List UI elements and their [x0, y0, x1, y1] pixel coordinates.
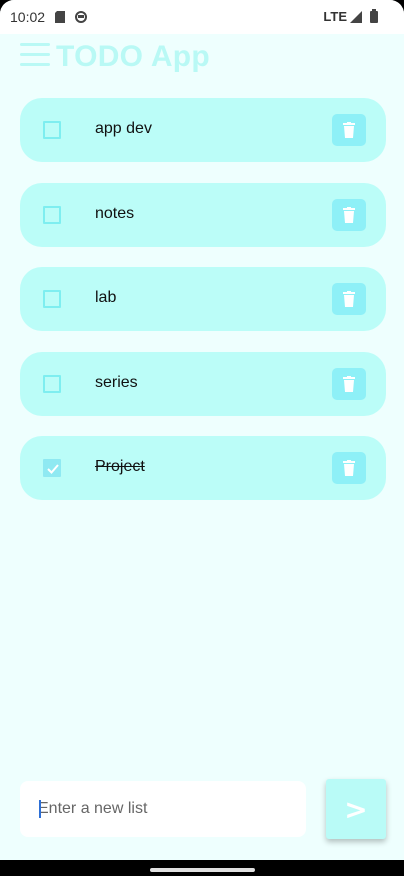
todo-item[interactable]: notes [20, 182, 386, 247]
todo-item[interactable]: Project [20, 436, 386, 500]
trash-icon [343, 375, 355, 392]
signal-icon [350, 10, 362, 23]
todo-item[interactable]: app dev [20, 98, 386, 162]
sd-card-icon [55, 10, 65, 23]
todo-label: lab [95, 289, 117, 306]
todo-checkbox[interactable] [43, 121, 61, 139]
status-time: 10:02 [10, 9, 46, 25]
battery-icon [370, 9, 378, 23]
trash-icon [343, 460, 355, 476]
todo-list: app dev notes lab series Project [20, 98, 386, 521]
todo-label: app dev [95, 120, 152, 137]
todo-label: series [95, 373, 138, 391]
new-list-input[interactable] [20, 781, 306, 837]
todo-item[interactable]: lab [20, 267, 386, 331]
trash-icon [343, 122, 355, 138]
todo-item[interactable]: series [20, 351, 386, 416]
todo-checkbox[interactable] [43, 290, 61, 308]
delete-button[interactable] [332, 367, 366, 400]
status-bar: 10:02 LTE [0, 0, 404, 34]
todo-checkbox[interactable] [43, 459, 61, 477]
trash-icon [343, 206, 355, 223]
todo-checkbox[interactable] [43, 374, 61, 393]
send-button[interactable]: > [326, 779, 386, 839]
todo-checkbox[interactable] [43, 205, 61, 224]
trash-icon [343, 291, 355, 307]
delete-button[interactable] [332, 283, 366, 315]
sync-icon [75, 10, 87, 23]
todo-label: Project [95, 458, 145, 475]
delete-button[interactable] [332, 198, 366, 231]
status-network: LTE [323, 9, 347, 24]
todo-label: notes [95, 204, 135, 222]
app-screen: 10:02 LTE TODO App app dev notes lab series… [0, 0, 404, 860]
navigation-bar [0, 860, 404, 876]
home-handle[interactable] [150, 868, 255, 872]
page-title: TODO App [56, 40, 211, 73]
text-caret [39, 800, 41, 818]
delete-button[interactable] [332, 114, 366, 146]
delete-button[interactable] [332, 452, 366, 484]
menu-icon[interactable] [20, 43, 50, 67]
